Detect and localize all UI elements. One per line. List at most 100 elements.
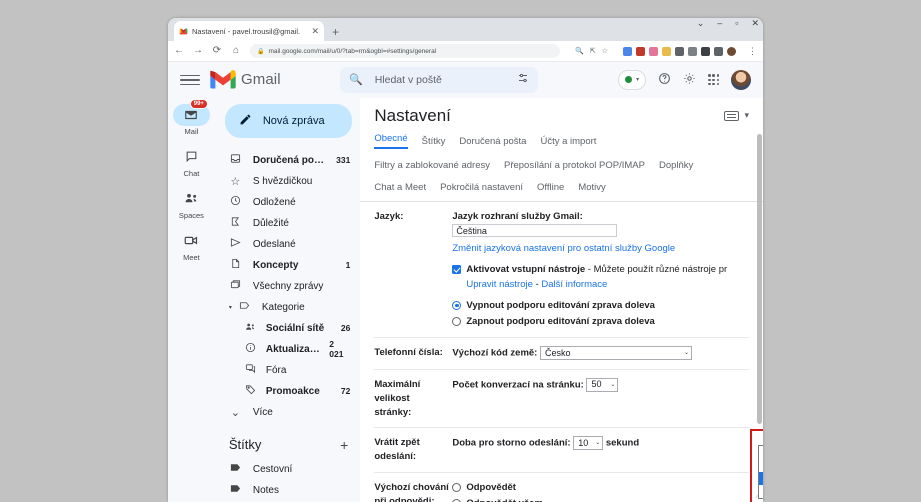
briefcase-icon[interactable] — [688, 46, 697, 56]
reply-radio[interactable] — [452, 482, 462, 492]
extension-icon-4[interactable] — [662, 46, 671, 56]
dropdown-option-30[interactable]: 30 — [759, 485, 763, 498]
back-icon[interactable]: ← — [174, 46, 184, 56]
conversations-per-page-label: Počet konverzací na stránku: — [452, 379, 584, 391]
sidebar-item-starred[interactable]: ☆ S hvězdičkou — [215, 171, 361, 192]
sidebar-label-more: Více — [252, 406, 273, 418]
dropdown-option-10[interactable]: 10 — [759, 459, 763, 472]
share-icon[interactable]: ⇱ — [590, 47, 596, 55]
settings-row-content-reply-behavior: Odpovědět Odpovědět všem — [452, 481, 749, 502]
tab-preposilani[interactable]: Přeposílání a protokol POP/IMAP — [504, 160, 645, 171]
main-menu-icon[interactable] — [180, 70, 200, 90]
bookmark-star-icon[interactable]: ☆ — [602, 47, 608, 55]
reload-icon[interactable]: ⟳ — [212, 46, 222, 56]
sidebar-item-inbox[interactable]: Doručená pošta 331 — [215, 150, 361, 171]
search-icon[interactable]: 🔍 — [575, 47, 584, 55]
gmail-logo[interactable]: Gmail — [210, 70, 328, 89]
search-bar[interactable]: 🔍 — [340, 66, 538, 93]
change-language-link[interactable]: Změnit jazyková nastavení pro ostatní sl… — [452, 243, 675, 254]
extension-icon-2[interactable] — [636, 46, 645, 56]
sidebar-item-social[interactable]: Sociální sítě 26 — [215, 318, 361, 339]
settings-table: Jazyk: Jazyk rozhraní služby Gmail: Češt… — [360, 202, 763, 502]
settings-row-content-phone: Výchozí kód země: Česko ⌄ — [452, 346, 749, 361]
window-minimize-icon[interactable]: – — [717, 19, 722, 28]
tab-pokrocila-nastaveni[interactable]: Pokročilá nastavení — [440, 182, 523, 193]
cancel-period-select[interactable]: 10 ⌄ — [573, 436, 604, 451]
status-badge[interactable]: ▾ — [618, 69, 647, 90]
tab-offline[interactable]: Offline — [537, 182, 564, 193]
avatar[interactable] — [731, 69, 751, 90]
sidebar-item-updates[interactable]: Aktualizace 2 021 — [215, 339, 361, 360]
rtl-on-radio[interactable] — [452, 317, 462, 327]
search-input[interactable] — [372, 72, 517, 87]
sidebar-item-drafts[interactable]: Koncepty 1 — [215, 255, 361, 276]
rtl-on-label: Zapnout podporu editování zprava doleva — [466, 316, 655, 328]
extension-icon-1[interactable] — [623, 46, 632, 56]
apps-grid-icon[interactable] — [708, 74, 719, 86]
add-label-button[interactable]: + — [340, 437, 348, 453]
edit-tools-link[interactable]: Upravit nástroje — [466, 279, 533, 290]
extension-icon-3[interactable] — [649, 46, 658, 56]
rail-item-mail[interactable]: 99+ Mail — [168, 98, 215, 136]
sidebar-item-forums[interactable]: Fóra — [215, 360, 361, 381]
home-icon[interactable]: ⌂ — [231, 46, 241, 56]
settings-row-label-undo-send: Vrátit zpět odeslání: — [374, 436, 452, 464]
sidebar-item-categories[interactable]: ▾ Kategorie — [215, 297, 361, 318]
compose-button[interactable]: Nová zpráva — [224, 103, 353, 138]
sidebar-item-promotions[interactable]: Promoakce 72 — [215, 381, 361, 402]
tab-motivy[interactable]: Motivy — [578, 182, 605, 193]
settings-row-page-size: Maximální velikost stránky: Počet konver… — [374, 370, 749, 429]
window-maximize-icon[interactable]: ▫ — [735, 19, 738, 28]
window-close-icon[interactable]: ✕ — [751, 19, 759, 28]
conversations-per-page-select[interactable]: 50 ⌄ — [586, 378, 619, 393]
shield-icon[interactable] — [675, 46, 684, 56]
sidebar-item-label-notes[interactable]: Notes — [215, 480, 361, 501]
sidebar-item-important[interactable]: Důležité — [215, 213, 361, 234]
settings-row-label-reply-behavior: Výchozí chování při odpovědi: Další info… — [374, 481, 452, 502]
browser-tab[interactable]: Nastavení - pavel.trousil@gmail. ✕ — [174, 21, 324, 41]
dropdown-option-20[interactable]: 20 — [759, 472, 763, 485]
sidebar-item-all-mail[interactable]: Všechny zprávy — [215, 276, 361, 297]
browser-menu-icon[interactable]: ⋮ — [748, 46, 757, 57]
reply-option-label: Odpovědět — [466, 481, 516, 493]
puzzle-icon[interactable] — [701, 46, 710, 56]
sidebar-label-all-mail: Všechny zprávy — [252, 280, 324, 292]
input-tools-checkbox[interactable] — [452, 265, 462, 275]
cancel-period-dropdown-list[interactable]: 5 10 20 30 — [758, 445, 763, 499]
sidebar-item-snoozed[interactable]: Odložené — [215, 192, 361, 213]
tab-filtry[interactable]: Filtry a zablokované adresy — [374, 160, 490, 171]
tab-obecne[interactable]: Obecné — [374, 133, 408, 150]
help-icon[interactable] — [658, 72, 671, 87]
sidebar-item-sent[interactable]: Odeslané — [215, 234, 361, 255]
rail-item-meet[interactable]: Meet — [168, 230, 215, 262]
ui-language-select[interactable]: Čeština — [452, 223, 618, 237]
new-tab-button[interactable]: + — [332, 26, 339, 38]
gear-icon[interactable] — [683, 72, 696, 87]
sidepanel-icon[interactable] — [714, 46, 723, 56]
tab-ucty-a-import[interactable]: Účty a import — [540, 136, 596, 147]
url-input[interactable]: 🔒 mail.google.com/mail/u/0/?tab=rm&ogbl=… — [250, 44, 561, 58]
tab-chat-a-meet[interactable]: Chat a Meet — [374, 182, 426, 193]
settings-scrollbar[interactable] — [757, 133, 762, 424]
rtl-off-radio[interactable] — [452, 300, 462, 310]
sidebar-label-promotions: Promoakce — [265, 385, 320, 397]
sidebar-item-more[interactable]: ⌄ Více — [215, 402, 361, 423]
forward-icon[interactable]: → — [193, 46, 203, 56]
tab-doplnky[interactable]: Doplňky — [659, 160, 693, 171]
window-collapse-icon[interactable]: ⌄ — [697, 19, 705, 28]
tab-close-icon[interactable]: ✕ — [311, 26, 319, 36]
sidebar-item-label-cestovni[interactable]: Cestovní — [215, 459, 361, 480]
country-code-select[interactable]: Česko ⌄ — [539, 346, 692, 361]
rail-item-chat[interactable]: Chat — [168, 146, 215, 178]
dropdown-option-5[interactable]: 5 — [759, 446, 763, 459]
tab-dorucena-posta[interactable]: Doručená pošta — [459, 136, 526, 147]
extension-icons — [623, 46, 736, 56]
display-density-control[interactable]: ▾ — [724, 110, 749, 121]
more-info-link[interactable]: Další informace — [541, 279, 607, 290]
settings-row-phone: Telefonní čísla: Výchozí kód země: Česko… — [374, 338, 749, 371]
mail-nav-column: Nová zpráva Doručená pošta 331 ☆ S hvězd… — [214, 97, 361, 502]
search-options-icon[interactable] — [517, 72, 529, 87]
rail-item-spaces[interactable]: Spaces — [168, 188, 215, 220]
browser-profile-avatar[interactable] — [727, 46, 736, 56]
tab-stitky[interactable]: Štítky — [422, 136, 446, 147]
